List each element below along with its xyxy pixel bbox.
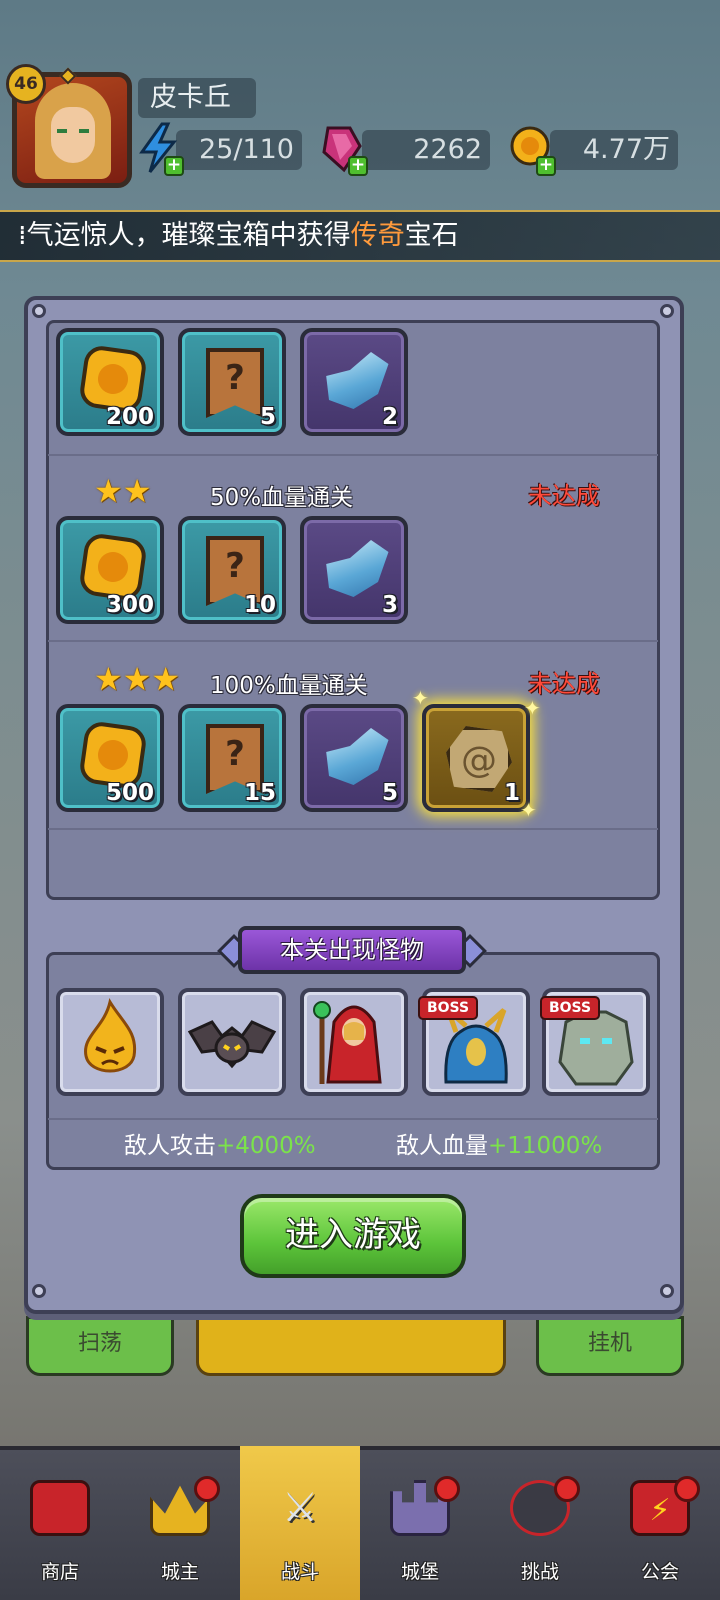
sweep-button[interactable]: 扫荡	[26, 1316, 174, 1376]
sparkle-icon: ✦	[524, 696, 541, 720]
two-star-rating: ★★	[94, 472, 151, 510]
bat-icon	[187, 1020, 277, 1069]
ticker-text-prefix: 气运惊人，璀璨宝箱中获得	[26, 220, 351, 251]
reward-legendary-rune[interactable]: @ 1	[422, 704, 530, 812]
broadcast-ticker: ⁞气运惊人，璀璨宝箱中获得传奇宝石	[0, 210, 720, 262]
condition-label: 100%血量通关	[210, 673, 368, 699]
enemy-hp-label: 敌人血量	[396, 1133, 488, 1159]
reward-count: 2	[381, 404, 398, 430]
reward-crystal[interactable]: 2	[300, 328, 408, 436]
coin-icon[interactable]: +	[508, 122, 556, 176]
star-icon: ★	[122, 472, 152, 510]
row-divider	[48, 640, 658, 642]
ticker-bullet: ⁞	[18, 220, 27, 251]
reward-count: 5	[381, 780, 398, 806]
reward-count: 200	[105, 404, 154, 430]
monster-section-title: 本关出现怪物	[238, 926, 466, 974]
enemy-hp-stat: 敌人血量+11000%	[396, 1126, 602, 1160]
reward-count: 5	[259, 404, 276, 430]
boss-tag: BOSS	[418, 996, 478, 1020]
reward-count: 10	[243, 592, 276, 618]
status-not-achieved: 未达成	[528, 670, 600, 698]
reward-count: 15	[243, 780, 276, 806]
reward-scroll[interactable]: ? 5	[178, 328, 286, 436]
monster-bat[interactable]	[178, 988, 286, 1096]
nav-lord[interactable]: 城主	[120, 1446, 240, 1600]
gold-counter: 4.77万	[550, 130, 678, 170]
star-icon: ★	[122, 660, 152, 698]
mystery-scroll-icon: ?	[206, 348, 264, 418]
enter-game-button[interactable]: 进入游戏	[240, 1194, 466, 1278]
nav-shop[interactable]: 商店	[0, 1446, 120, 1600]
reward-count: 300	[105, 592, 154, 618]
stage-button-behind	[196, 1316, 506, 1376]
player-level-badge: 46	[6, 64, 46, 104]
crystal-icon	[326, 728, 389, 785]
nav-label: 商店	[40, 1561, 79, 1583]
rivet	[32, 1284, 46, 1298]
enemy-attack-stat: 敌人攻击+4000%	[124, 1126, 316, 1160]
reward-count: 500	[105, 780, 154, 806]
player-name: 皮卡丘	[138, 78, 256, 118]
spiral-rune-icon: @	[446, 726, 512, 792]
nav-challenge[interactable]: 挑战	[480, 1446, 600, 1600]
row-divider	[48, 828, 658, 830]
gem-icon[interactable]: +	[320, 122, 368, 176]
three-star-rating: ★★★	[94, 660, 180, 698]
nav-guild[interactable]: ⚡ 公会	[600, 1446, 720, 1600]
nav-battle[interactable]: ⚔ 战斗	[240, 1446, 360, 1600]
reward-count: 1	[503, 780, 520, 806]
boss-tag: BOSS	[540, 996, 600, 1020]
energy-counter: 25/110	[176, 130, 302, 170]
crystal-icon	[326, 540, 389, 597]
gem-counter: 2262	[362, 130, 490, 170]
nav-label: 挑战	[520, 1561, 559, 1583]
nav-castle[interactable]: 城堡	[360, 1446, 480, 1600]
row-divider	[48, 454, 658, 456]
condition-label: 50%血量通关	[210, 485, 354, 511]
status-not-achieved: 未达成	[528, 482, 600, 510]
monster-fire-spirit[interactable]	[56, 988, 164, 1096]
enemy-hp-value: +11000%	[488, 1133, 603, 1159]
nav-label: 城堡	[400, 1561, 439, 1583]
reward-scroll[interactable]: ? 10	[178, 516, 286, 624]
rivet	[32, 304, 46, 318]
nav-label: 公会	[640, 1561, 679, 1583]
reward-crystal[interactable]: 5	[300, 704, 408, 812]
shop-icon	[30, 1480, 90, 1536]
ticker-text-highlight: 传奇	[350, 220, 405, 251]
monster-red-hood-mage[interactable]	[300, 988, 408, 1096]
notification-dot	[434, 1476, 460, 1502]
notification-dot	[194, 1476, 220, 1502]
nav-label: 城主	[160, 1561, 199, 1583]
rivet	[660, 304, 674, 318]
monster-divider	[48, 1118, 658, 1120]
fire-spirit-icon	[84, 998, 137, 1073]
reward-scroll[interactable]: ? 15	[178, 704, 286, 812]
reward-crystal[interactable]: 3	[300, 516, 408, 624]
star-icon: ★	[94, 660, 123, 698]
notification-dot	[554, 1476, 580, 1502]
reward-coin[interactable]: 200	[56, 328, 164, 436]
sparkle-icon: ✦	[520, 798, 537, 822]
crystal-icon	[326, 352, 389, 409]
reward-coin[interactable]: 500	[56, 704, 164, 812]
reward-count: 3	[381, 592, 398, 618]
rivet	[660, 1284, 674, 1298]
ticker-text-suffix: 宝石	[404, 220, 459, 251]
swords-icon: ⚔	[282, 1485, 318, 1531]
nav-label: 战斗	[280, 1561, 319, 1583]
red-hood-mage-icon	[313, 1001, 382, 1084]
sparkle-icon: ✦	[412, 686, 429, 710]
notification-dot	[674, 1476, 700, 1502]
idle-button[interactable]: 挂机	[536, 1316, 684, 1376]
star-icon: ★	[151, 660, 181, 698]
star-icon: ★	[94, 472, 123, 510]
lightning-icon[interactable]: +	[136, 122, 184, 176]
enemy-attack-value: +4000%	[216, 1133, 316, 1159]
enemy-attack-label: 敌人攻击	[124, 1133, 216, 1159]
reward-coin[interactable]: 300	[56, 516, 164, 624]
